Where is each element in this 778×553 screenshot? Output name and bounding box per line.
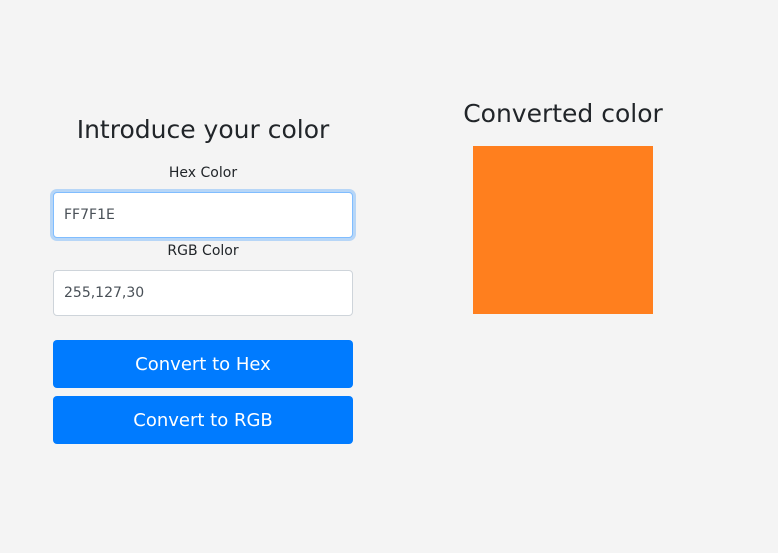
color-swatch (473, 146, 653, 314)
color-input-form: Introduce your color Hex Color RGB Color… (53, 112, 353, 444)
rgb-color-input[interactable] (53, 270, 353, 316)
converted-color-panel: Converted color (453, 96, 673, 314)
convert-to-rgb-button[interactable]: Convert to RGB (53, 396, 353, 444)
hex-color-label: Hex Color (168, 165, 238, 181)
form-title: Introduce your color (76, 115, 330, 144)
hex-color-input[interactable] (53, 192, 353, 238)
convert-to-hex-button[interactable]: Convert to Hex (53, 340, 353, 388)
converted-color-title: Converted color (463, 99, 663, 128)
rgb-color-label: RGB Color (167, 243, 239, 259)
